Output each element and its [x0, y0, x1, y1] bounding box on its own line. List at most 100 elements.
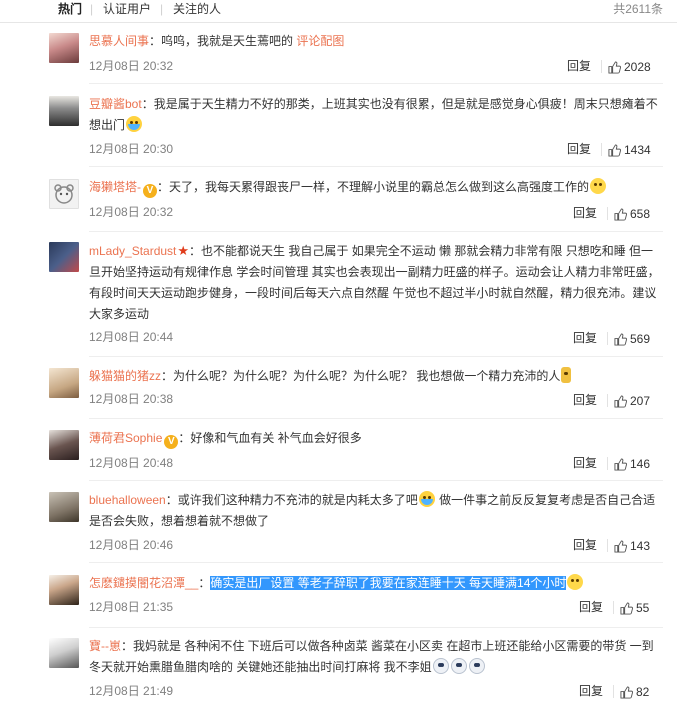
like-count: 55 [636, 601, 650, 615]
action-separator [607, 394, 608, 407]
like-button[interactable]: 569 [614, 332, 650, 346]
comment-body: ：好像和气血有关 补气血会好很多 [178, 431, 362, 445]
comment-time: 12月08日 20:44 [89, 330, 174, 344]
divider [89, 231, 663, 232]
comment-body: ：天了，我每天累得跟丧尸一样，不理解小说里的霸总怎么做到这么高强度工作的 [157, 180, 590, 194]
comment-time: 12月08日 20:48 [89, 456, 174, 470]
avatar[interactable] [49, 430, 79, 460]
action-separator [607, 207, 608, 220]
comment-body-prefix: ： [198, 576, 211, 590]
comment-tabs: 热门 | 认证用户 | 关注的人 共2611条 [0, 0, 677, 23]
otter-logo-icon [54, 184, 74, 204]
skull-emoji-icon [450, 658, 467, 674]
comment-text: 怎麽鑓摸闇花沼潭__：确实是出厂设置 等老子辞职了我要在家连睡十天 每天睡满14… [89, 573, 664, 594]
avatar[interactable] [49, 492, 79, 522]
username-link[interactable]: 思慕人间事 [89, 34, 149, 48]
username-link[interactable]: 豆瓣酱bot [89, 97, 142, 111]
thumbs-up-icon [620, 686, 634, 699]
comment-text: 海獭塔塔- V ：天了，我每天累得跟丧尸一样，不理解小说里的霸总怎么做到这么高强度工… [89, 177, 664, 198]
verified-badge-icon: V [164, 435, 179, 449]
thumbs-up-icon [614, 458, 628, 471]
tab-separator: | [160, 2, 164, 16]
like-count: 569 [630, 332, 651, 346]
comment-text: bluehalloween：或许我们这种精力不充沛的就是内耗太多了吧 做一件事之… [89, 490, 664, 532]
crying-emoji-icon [418, 491, 435, 507]
comment-body: ：呜呜，我就是天生蔫吧的 [149, 34, 297, 48]
username-link[interactable]: 躲猫猫的猪zz [89, 369, 161, 383]
avatar[interactable] [49, 33, 79, 63]
username-link[interactable]: mLady_Stardust [89, 244, 176, 258]
avatar[interactable] [49, 179, 79, 209]
glasses-emoji-icon [567, 574, 584, 590]
total-count: 共2611条 [613, 2, 663, 16]
selected-text: 确实是出厂设置 等老子辞职了我要在家连睡十天 每天睡满14个小时 [210, 576, 567, 590]
comment-body: ：或许我们这种精力不充沛的就是内耗太多了吧 [165, 493, 418, 507]
thumbs-up-icon [614, 395, 628, 408]
like-button[interactable]: 82 [620, 685, 649, 699]
avatar[interactable] [49, 638, 79, 668]
reply-button[interactable]: 回复 [567, 142, 591, 156]
like-count: 82 [636, 685, 650, 699]
reply-button[interactable]: 回复 [573, 206, 597, 220]
divider [89, 166, 663, 167]
username-link[interactable]: 寶--崽 [89, 639, 121, 653]
reply-button[interactable]: 回复 [567, 59, 591, 73]
avatar[interactable] [49, 242, 79, 272]
thumbs-up-icon [620, 602, 634, 615]
reply-button[interactable]: 回复 [573, 456, 597, 470]
like-count: 143 [630, 539, 651, 553]
verified-badge-icon: V [143, 184, 157, 198]
tab-following[interactable]: 关注的人 [173, 2, 221, 16]
divider [89, 83, 663, 84]
like-count: 658 [630, 207, 651, 221]
like-button[interactable]: 207 [614, 394, 650, 408]
username-link[interactable]: 海獭塔塔- [89, 180, 141, 194]
reply-button[interactable]: 回复 [579, 600, 603, 614]
like-button[interactable]: 658 [614, 207, 650, 221]
thumbs-up-icon [614, 540, 628, 553]
like-count: 207 [630, 394, 651, 408]
glasses-emoji-icon [590, 178, 607, 194]
skull-emoji-icon [468, 658, 485, 674]
comment-time: 12月08日 20:32 [89, 59, 174, 73]
comment-text: 躲猫猫的猪zz：为什么呢？为什么呢？为什么呢？为什么呢？ 我也想做一个精力充沛的… [89, 366, 664, 387]
reply-button[interactable]: 回复 [573, 538, 597, 552]
star-badge-icon: ★ [177, 243, 190, 258]
thumbs-up-icon [614, 208, 628, 221]
like-button[interactable]: 143 [614, 539, 650, 553]
comment-body: ：为什么呢？为什么呢？为什么呢？为什么呢？ 我也想做一个精力充沛的人 [161, 369, 561, 383]
like-count: 1434 [624, 143, 651, 157]
divider [89, 627, 663, 628]
like-count: 146 [630, 457, 651, 471]
reply-button[interactable]: 回复 [579, 684, 603, 698]
tab-hot[interactable]: 热门 [58, 2, 82, 16]
reply-button[interactable]: 回复 [573, 393, 597, 407]
comment-text: mLady_Stardust★：也不能都说天生 我自己属于 如果完全不运动 懒 … [89, 240, 664, 325]
thumbs-up-icon [614, 333, 628, 346]
username-link[interactable]: bluehalloween [89, 493, 166, 507]
thumbs-up-icon [608, 144, 622, 157]
action-separator [607, 539, 608, 552]
like-button[interactable]: 146 [614, 457, 650, 471]
like-button[interactable]: 1434 [608, 143, 651, 157]
comment-body: ：我是属于天生精力不好的那类，上班其实也没有很累，但是就是感觉身心俱疲！周末只想… [89, 97, 658, 132]
comment-time: 12月08日 20:32 [89, 205, 174, 219]
like-button[interactable]: 55 [620, 601, 649, 615]
username-link[interactable]: 薄荷君Sophie [89, 431, 162, 445]
comment-image-link[interactable]: 评论配图 [296, 34, 344, 48]
avatar[interactable] [49, 368, 79, 398]
skull-emoji-icon [432, 658, 449, 674]
username-link[interactable]: 怎麽鑓摸闇花沼潭__ [89, 576, 198, 590]
comment-text: 薄荷君Sophie V ：好像和气血有关 补气血会好很多 [89, 428, 664, 449]
avatar[interactable] [49, 96, 79, 126]
divider [89, 480, 663, 481]
comment-text: 豆瓣酱bot：我是属于天生精力不好的那类，上班其实也没有很累，但是就是感觉身心俱… [89, 94, 664, 136]
tab-verified-users[interactable]: 认证用户 [103, 2, 151, 16]
like-count: 2028 [624, 60, 651, 74]
avatar[interactable] [49, 575, 79, 605]
comment-text: 寶--崽：我妈就是 各种闲不住 下班后可以做各种卤菜 酱菜在小区卖 在超市上班还… [89, 636, 664, 678]
divider [89, 418, 663, 419]
like-button[interactable]: 2028 [608, 60, 651, 74]
comment-time: 12月08日 21:49 [89, 684, 174, 698]
reply-button[interactable]: 回复 [573, 331, 597, 345]
